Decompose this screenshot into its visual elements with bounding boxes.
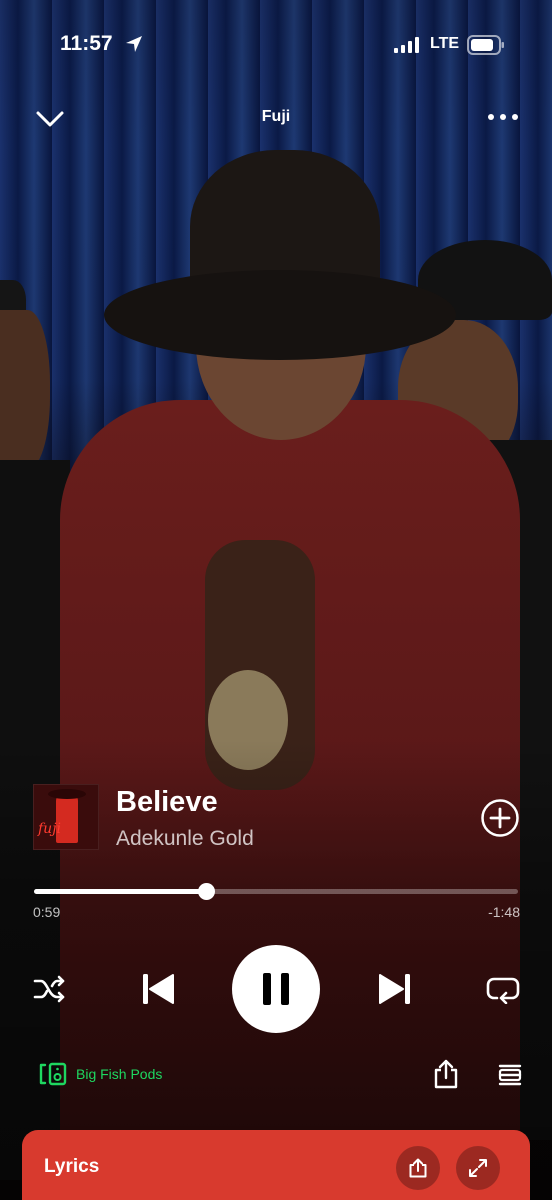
network-type: LTE <box>430 35 460 52</box>
cover-logo: fuji <box>38 821 62 837</box>
status-bar: 11:57 LTE <box>0 0 552 90</box>
progress-handle[interactable] <box>197 883 215 900</box>
expand-icon <box>469 1159 487 1177</box>
elapsed-time: 0:59 <box>33 904 61 920</box>
page-title: Fuji <box>261 108 291 125</box>
progress-bar[interactable] <box>34 883 518 900</box>
skip-previous-icon[interactable] <box>140 970 176 1008</box>
artist-name[interactable]: Adekunle Gold <box>116 827 254 851</box>
lyrics-share-button[interactable] <box>396 1146 440 1190</box>
connect-device-icon[interactable] <box>38 1062 68 1086</box>
main-figure-hat <box>104 150 456 380</box>
progress-fill <box>34 889 206 894</box>
repeat-icon[interactable] <box>485 974 521 1004</box>
pause-icon <box>263 973 289 1005</box>
share-icon[interactable] <box>433 1059 459 1089</box>
shuffle-icon[interactable] <box>33 974 67 1004</box>
cover-hat <box>48 789 86 799</box>
album-cover[interactable]: fuji <box>33 784 99 850</box>
connected-device-name[interactable]: Big Fish Pods <box>76 1066 162 1082</box>
cellular-signal-icon <box>394 37 419 53</box>
lyrics-expand-button[interactable] <box>456 1146 500 1190</box>
remaining-time: -1:48 <box>488 904 520 920</box>
status-time: 11:57 <box>60 32 113 55</box>
queue-icon[interactable] <box>498 1063 522 1087</box>
song-title[interactable]: Believe <box>116 786 218 819</box>
lyrics-card[interactable]: Lyrics <box>22 1130 530 1200</box>
share-icon <box>409 1158 427 1178</box>
add-circle-icon[interactable] <box>480 798 520 838</box>
battery-icon <box>467 35 504 55</box>
location-arrow-icon <box>126 36 142 52</box>
lyrics-label: Lyrics <box>44 1156 100 1177</box>
pause-button[interactable] <box>232 945 320 1033</box>
more-dots-icon[interactable] <box>486 110 520 124</box>
chevron-down-icon[interactable] <box>34 108 66 130</box>
skip-next-icon[interactable] <box>377 970 413 1008</box>
